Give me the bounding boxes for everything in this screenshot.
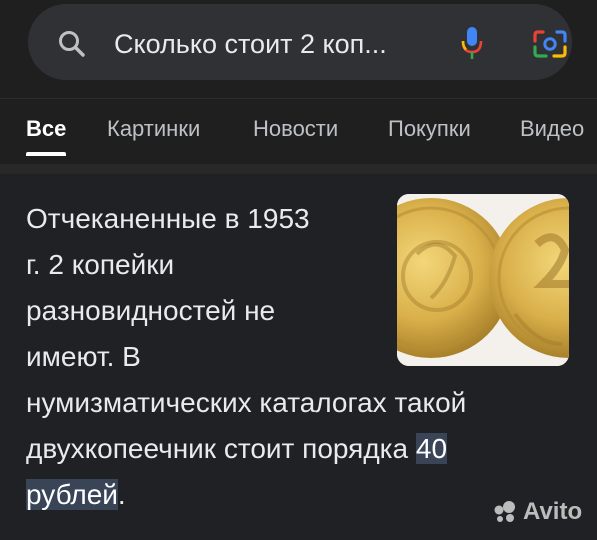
tab-images[interactable]: Картинки (107, 116, 200, 142)
coin-photo (397, 194, 569, 366)
snippet-line: двухкопеечник стоит порядка 40 (26, 426, 566, 472)
highlight-currency: рублей (26, 479, 118, 510)
google-lens-icon[interactable] (532, 28, 568, 60)
search-input[interactable]: Сколько стоит 2 коп... (114, 26, 387, 62)
featured-snippet: Отчеканенные в 1953 г. 2 копейки разнови… (0, 174, 597, 540)
coin-image[interactable] (397, 194, 569, 366)
divider (0, 98, 597, 99)
highlight-price: 40 (415, 433, 448, 464)
avito-watermark: Avito (492, 498, 582, 526)
snippet-line-text: двухкопеечник стоит порядка (26, 433, 416, 464)
snippet-tail: . (117, 479, 126, 510)
tab-all[interactable]: Все (26, 116, 66, 142)
mic-icon[interactable] (460, 25, 484, 61)
search-tabs: Все Картинки Новости Покупки Видео (0, 100, 597, 164)
search-bar[interactable]: Сколько стоит 2 коп... (28, 4, 572, 80)
tab-shopping[interactable]: Покупки (388, 116, 471, 142)
tab-videos[interactable]: Видео (520, 116, 584, 142)
avito-logo-icon (494, 501, 515, 522)
tab-news[interactable]: Новости (253, 116, 338, 142)
avito-text: Avito (523, 498, 583, 525)
snippet-line: нумизматических каталогах такой (26, 387, 467, 418)
section-separator (0, 164, 597, 174)
snippet-line: рублей. (26, 472, 566, 518)
search-icon[interactable] (56, 28, 88, 60)
active-tab-indicator (26, 152, 66, 156)
search-header: Сколько стоит 2 коп... Все Картинки Ново… (0, 0, 597, 175)
